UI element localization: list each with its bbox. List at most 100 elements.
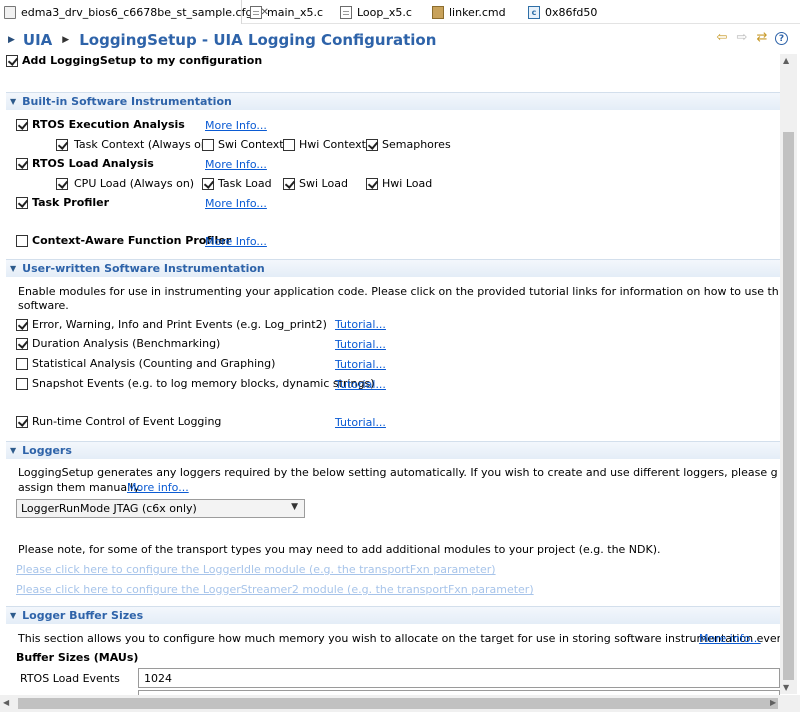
hwi-load-checkbox[interactable] — [366, 177, 378, 190]
duration-analysis-checkbox[interactable] — [16, 337, 28, 350]
error-events-tutorial-link[interactable]: Tutorial... — [335, 318, 386, 331]
add-module-checkbox[interactable] — [6, 54, 18, 67]
refresh-icon[interactable]: ⇄ — [755, 30, 769, 46]
tab-disassembly[interactable]: c 0x86fd50 — [524, 0, 614, 24]
back-icon[interactable]: ⇦ — [715, 30, 729, 46]
cpu-load-row[interactable]: CPU Load (Always on) — [56, 177, 194, 190]
context-profiler-label: Context-Aware Function Profiler — [32, 234, 232, 247]
snapshot-events-checkbox[interactable] — [16, 377, 28, 390]
swi-context-checkbox[interactable] — [202, 138, 214, 151]
scroll-left-icon[interactable]: ◀ — [3, 698, 9, 707]
loggers-description: LoggingSetup generates any loggers requi… — [18, 466, 778, 479]
rtos-load-events-value: 1024 — [144, 671, 172, 685]
task-profiler-more-info-link[interactable]: More Info... — [205, 197, 267, 210]
rtos-exec-row[interactable]: RTOS Execution Analysis — [16, 118, 185, 131]
semaphores-row[interactable]: Semaphores — [366, 138, 451, 151]
breadcrumb-uia[interactable]: UIA — [23, 31, 52, 49]
uia-config-editor: edma3_drv_bios6_c6678be_st_sample.cfg ✕ … — [0, 0, 800, 712]
runtime-control-checkbox[interactable] — [16, 415, 28, 428]
add-module-checkbox-row[interactable]: Add LoggingSetup to my configuration — [6, 54, 262, 67]
rtos-load-row[interactable]: RTOS Load Analysis — [16, 157, 154, 170]
list-item[interactable]: Duration Analysis (Benchmarking) — [16, 337, 220, 350]
task-profiler-row[interactable]: Task Profiler — [16, 196, 109, 209]
expand-arrow-icon[interactable]: ▶ — [8, 35, 15, 45]
section-buffer-sizes-header[interactable]: ▼ Logger Buffer Sizes — [6, 606, 780, 624]
task-profiler-checkbox[interactable] — [16, 196, 28, 209]
tab-loop-x5[interactable]: Loop_x5.c — [336, 0, 432, 24]
userwritten-description: Enable modules for use in instrumenting … — [18, 285, 778, 298]
vertical-scrollbar[interactable]: ▲ ▼ — [780, 54, 797, 694]
statistical-analysis-tutorial-link[interactable]: Tutorial... — [335, 358, 386, 371]
runtime-control-tutorial-link[interactable]: Tutorial... — [335, 416, 386, 429]
configure-loggeridle-link[interactable]: Please click here to configure the Logge… — [16, 563, 496, 576]
forward-icon[interactable]: ⇨ — [735, 30, 749, 46]
section-loggers-header[interactable]: ▼ Loggers — [6, 441, 780, 459]
scroll-right-icon[interactable]: ▶ — [770, 698, 776, 707]
collapse-arrow-icon[interactable]: ▼ — [10, 446, 16, 455]
error-events-checkbox[interactable] — [16, 318, 28, 331]
list-item[interactable]: Error, Warning, Info and Print Events (e… — [16, 318, 327, 331]
collapse-arrow-icon[interactable]: ▼ — [10, 97, 16, 106]
semaphores-checkbox[interactable] — [366, 138, 378, 151]
list-item[interactable]: Run-time Control of Event Logging — [16, 415, 221, 428]
logger-type-select[interactable]: LoggerRunMode JTAG (c6x only) ▼ — [16, 499, 305, 518]
vertical-scroll-thumb[interactable] — [783, 132, 794, 680]
tab-label: edma3_drv_bios6_c6678be_st_sample.cfg — [21, 5, 253, 19]
scroll-down-icon[interactable]: ▼ — [783, 683, 789, 692]
context-profiler-checkbox[interactable] — [16, 234, 28, 247]
configure-loggerstreamer2-link[interactable]: Please click here to configure the Logge… — [16, 583, 534, 596]
section-title: Logger Buffer Sizes — [22, 609, 144, 622]
tab-label: Loop_x5.c — [357, 5, 412, 19]
duration-analysis-tutorial-link[interactable]: Tutorial... — [335, 338, 386, 351]
snapshot-events-tutorial-link[interactable]: Tutorial... — [335, 378, 386, 391]
hwi-context-label: Hwi Context — [299, 138, 366, 151]
list-item[interactable]: Statistical Analysis (Counting and Graph… — [16, 357, 275, 370]
scroll-up-icon[interactable]: ▲ — [783, 56, 789, 65]
cpu-load-checkbox[interactable] — [56, 177, 68, 190]
loggers-more-info-link[interactable]: More info... — [127, 481, 189, 494]
hwi-context-checkbox[interactable] — [283, 138, 295, 151]
section-title: Built-in Software Instrumentation — [22, 95, 232, 108]
config-file-icon — [4, 5, 16, 19]
horizontal-scrollbar[interactable]: ◀ ▶ — [0, 695, 800, 712]
rtos-exec-more-info-link[interactable]: More Info... — [205, 119, 267, 132]
context-profiler-more-info-link[interactable]: More Info... — [205, 235, 267, 248]
help-icon[interactable]: ? — [775, 32, 788, 45]
runtime-control-label: Run-time Control of Event Logging — [32, 415, 222, 428]
section-title: Loggers — [22, 444, 72, 457]
buffers-more-info-link[interactable]: More info... — [699, 632, 761, 645]
tab-main-x5[interactable]: main_x5.c — [246, 0, 342, 24]
tab-cfg-file[interactable]: edma3_drv_bios6_c6678be_st_sample.cfg ✕ — [0, 0, 269, 24]
hwi-load-row[interactable]: Hwi Load — [366, 177, 432, 190]
swi-load-checkbox[interactable] — [283, 177, 295, 190]
task-context-checkbox[interactable] — [56, 138, 68, 151]
rtos-load-events-input[interactable]: 1024 — [138, 668, 780, 688]
buffers-description: This section allows you to configure how… — [18, 632, 798, 645]
rtos-load-checkbox[interactable] — [16, 157, 28, 170]
list-item[interactable]: Snapshot Events (e.g. to log memory bloc… — [16, 377, 374, 390]
tab-linker-cmd[interactable]: linker.cmd — [428, 0, 518, 24]
breadcrumb-separator-icon: ▶ — [62, 35, 70, 45]
header-toolbar: ⇦ ⇨ ⇄ ? — [715, 30, 788, 46]
task-load-row[interactable]: Task Load — [202, 177, 272, 190]
chevron-down-icon[interactable]: ▼ — [291, 502, 298, 512]
collapse-arrow-icon[interactable]: ▼ — [10, 264, 16, 273]
task-load-checkbox[interactable] — [202, 177, 214, 190]
hwi-context-row[interactable]: Hwi Context — [283, 138, 366, 151]
section-title: User-written Software Instrumentation — [22, 262, 265, 275]
rtos-exec-label: RTOS Execution Analysis — [32, 118, 185, 131]
swi-context-row[interactable]: Swi Context — [202, 138, 284, 151]
rtos-exec-checkbox[interactable] — [16, 118, 28, 131]
collapse-arrow-icon[interactable]: ▼ — [10, 611, 16, 620]
statistical-analysis-checkbox[interactable] — [16, 357, 28, 370]
context-profiler-row[interactable]: Context-Aware Function Profiler — [16, 234, 231, 247]
section-userwritten-header[interactable]: ▼ User-written Software Instrumentation — [6, 259, 780, 277]
section-builtin-header[interactable]: ▼ Built-in Software Instrumentation — [6, 92, 780, 110]
horizontal-scroll-thumb[interactable] — [18, 698, 778, 709]
task-context-row[interactable]: Task Context (Always on) — [56, 138, 212, 151]
swi-load-row[interactable]: Swi Load — [283, 177, 348, 190]
loggers-note: Please note, for some of the transport t… — [18, 543, 661, 556]
editor-tab-bar: edma3_drv_bios6_c6678be_st_sample.cfg ✕ … — [0, 0, 800, 24]
rtos-load-more-info-link[interactable]: More Info... — [205, 158, 267, 171]
page-title: LoggingSetup - UIA Logging Configuration — [79, 31, 437, 49]
